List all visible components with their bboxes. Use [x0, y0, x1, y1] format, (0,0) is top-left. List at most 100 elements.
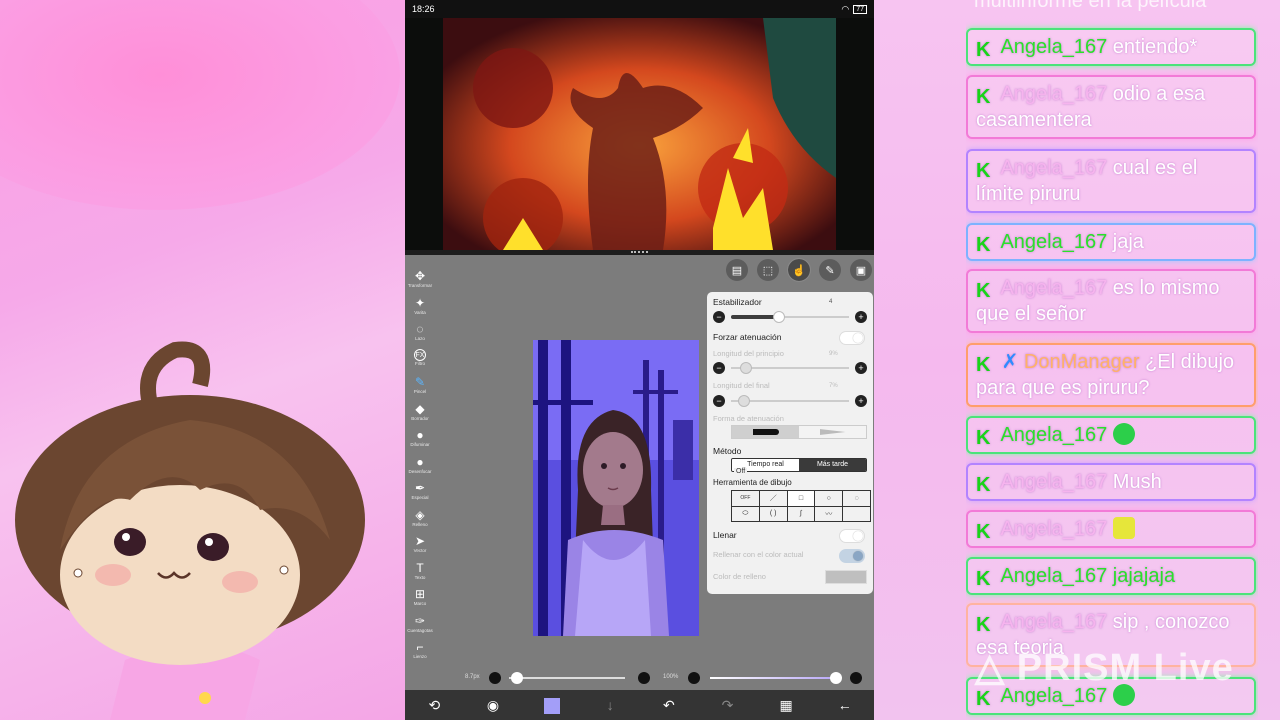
special-pen-icon: ✒ [414, 481, 426, 495]
brush-preview-icon[interactable]: ◉ [478, 697, 508, 714]
size-track[interactable] [509, 677, 625, 679]
brush-settings-panel: Estabilizador 4 − + Forzar atenuación Lo… [707, 292, 873, 594]
tool-blur[interactable]: ● Desenfocar [405, 455, 435, 482]
ellipse-icon[interactable]: ⬭ [732, 506, 759, 521]
start-length-knob[interactable] [740, 362, 752, 374]
vtuber-avatar [15, 341, 365, 720]
chat-message: K Angela_167 jajajaja [966, 557, 1256, 595]
redo-icon[interactable]: ↷ [712, 697, 742, 714]
tool-special[interactable]: ✒ Especial [405, 481, 435, 508]
stabilizer-label: Estabilizador [713, 297, 762, 307]
color-swatch[interactable] [537, 696, 567, 714]
status-bar: 18:26 ◠ 77 [405, 0, 874, 18]
minus-icon[interactable]: − [713, 362, 725, 374]
draw-tool-grid: OFF ／ □ ○ ◌ ⬭ ( ) ∫ 〰 [731, 490, 871, 522]
draw-tool-off[interactable]: OFF [732, 491, 759, 506]
minus-icon[interactable]: − [713, 395, 725, 407]
chat-badge-icon: K [976, 427, 991, 449]
fade-shape-selector[interactable] [731, 425, 867, 439]
download-icon[interactable]: ↓ [595, 697, 625, 713]
battery-icon: 77 [853, 4, 867, 14]
drawing-canvas[interactable] [533, 340, 699, 636]
end-length-slider[interactable]: − + [713, 394, 867, 408]
tool-rail: ✥ Transformar ✦ Varita ◌ Lazo FX Filtro ✎ Pin… [405, 269, 435, 669]
size-minus-icon[interactable] [489, 672, 501, 684]
minus-icon[interactable]: − [713, 311, 725, 323]
fade-shape-option-1[interactable] [732, 426, 799, 438]
chat-message: K Angela_167 [966, 510, 1256, 548]
pen-settings-icon[interactable]: ✎ [819, 259, 841, 281]
start-length-slider[interactable]: − + [713, 361, 867, 375]
chat-text: entiendo* [1112, 36, 1198, 58]
fill-current-color-toggle[interactable] [839, 549, 865, 563]
tool-eyedropper[interactable]: ✑ Cuentagotas [405, 614, 435, 641]
rotate-icon[interactable]: ⟲ [419, 697, 449, 714]
end-length-label: Longitud del final [713, 381, 770, 390]
size-plus-icon[interactable] [638, 672, 650, 684]
chat-message: K Angela_167 es lo mismo que el señor [966, 269, 1256, 333]
line-icon[interactable]: ／ [759, 491, 787, 506]
chat-username: Angela_167 [1000, 277, 1108, 299]
plus-icon[interactable]: + [855, 395, 867, 407]
opacity-knob[interactable] [830, 672, 842, 684]
tool-vector[interactable]: ➤ Vector [405, 534, 435, 561]
canvas-icon: ⌐ [416, 640, 424, 654]
plus-icon[interactable]: + [855, 362, 867, 374]
opacity-plus-icon[interactable] [850, 672, 862, 684]
end-length-knob[interactable] [738, 395, 750, 407]
undo-icon[interactable]: ↶ [654, 697, 684, 714]
reference-video[interactable] [405, 18, 874, 250]
chat-username: Angela_167 [1000, 424, 1108, 446]
polyline-icon[interactable]: 〰 [815, 506, 843, 521]
opacity-minus-icon[interactable] [688, 672, 700, 684]
tool-brush[interactable]: ✎ Pincel [405, 375, 435, 402]
tool-fill[interactable]: ◈ Relleno [405, 508, 435, 535]
force-fade-toggle[interactable] [839, 331, 865, 345]
method-later-option[interactable]: Más tarde [799, 459, 866, 471]
tool-magic-wand[interactable]: ✦ Varita [405, 296, 435, 323]
chat-badge-icon: K [976, 354, 991, 376]
snap-icon[interactable]: ☝ [787, 258, 811, 282]
chat-badge-icon: K [976, 614, 991, 636]
tool-text[interactable]: T Texto [405, 561, 435, 588]
tool-filter[interactable]: FX Filtro [405, 348, 435, 376]
tool-lasso[interactable]: ◌ Lazo [405, 322, 435, 349]
opacity-label: 100% [663, 674, 679, 680]
fill-toggle[interactable] [839, 529, 865, 543]
droplet-icon: ● [416, 454, 424, 469]
circle-icon[interactable]: ○ [815, 491, 843, 506]
chat-message: K Angela_167 [966, 416, 1256, 454]
opacity-track[interactable] [710, 677, 838, 679]
force-fade-label: Forzar atenuación [713, 332, 782, 342]
layers-icon[interactable]: ▤ [726, 259, 748, 281]
curve-icon[interactable]: ∫ [787, 506, 815, 521]
partial-icon[interactable]: ◌ [843, 491, 870, 506]
selection-icon[interactable]: ⬚ [757, 259, 779, 281]
size-knob[interactable] [511, 672, 523, 684]
fade-shape-option-2[interactable] [799, 426, 866, 438]
tool-eraser[interactable]: ◆ Borrador [405, 402, 435, 429]
fill-color-swatch[interactable] [825, 570, 867, 584]
tool-frame[interactable]: ⊞ Marco [405, 587, 435, 614]
stabilizer-slider[interactable]: − + [713, 310, 867, 324]
plus-icon[interactable]: + [855, 311, 867, 323]
end-length-value: 7% [829, 383, 838, 389]
chat-badge-icon: K [976, 86, 991, 108]
text-icon: T [416, 560, 424, 575]
top-toolbar: ▤ ⬚ ☝ ✎ ▣ [726, 258, 872, 282]
bucket-icon: ◈ [415, 507, 425, 522]
bracket-icon[interactable]: ( ) [759, 506, 787, 521]
chat-username: Angela_167 [1000, 471, 1108, 493]
stabilizer-knob[interactable] [773, 311, 785, 323]
layers-count-icon[interactable]: ▦ [771, 697, 801, 714]
back-icon[interactable]: ← [830, 697, 860, 713]
chat-username: Angela_167 [1000, 83, 1108, 105]
tool-canvas[interactable]: ⌐ Lienzo [405, 640, 435, 667]
gallery-icon[interactable]: ▣ [850, 259, 872, 281]
tool-transform[interactable]: ✥ Transformar [405, 269, 435, 296]
tool-smudge[interactable]: ● Difuminar [405, 428, 435, 455]
fill-color-label: Color de relleno [713, 572, 766, 581]
rectangle-icon[interactable]: □ [786, 490, 816, 507]
video-frame [443, 18, 836, 250]
stabilizer-value: 4 [829, 299, 833, 305]
